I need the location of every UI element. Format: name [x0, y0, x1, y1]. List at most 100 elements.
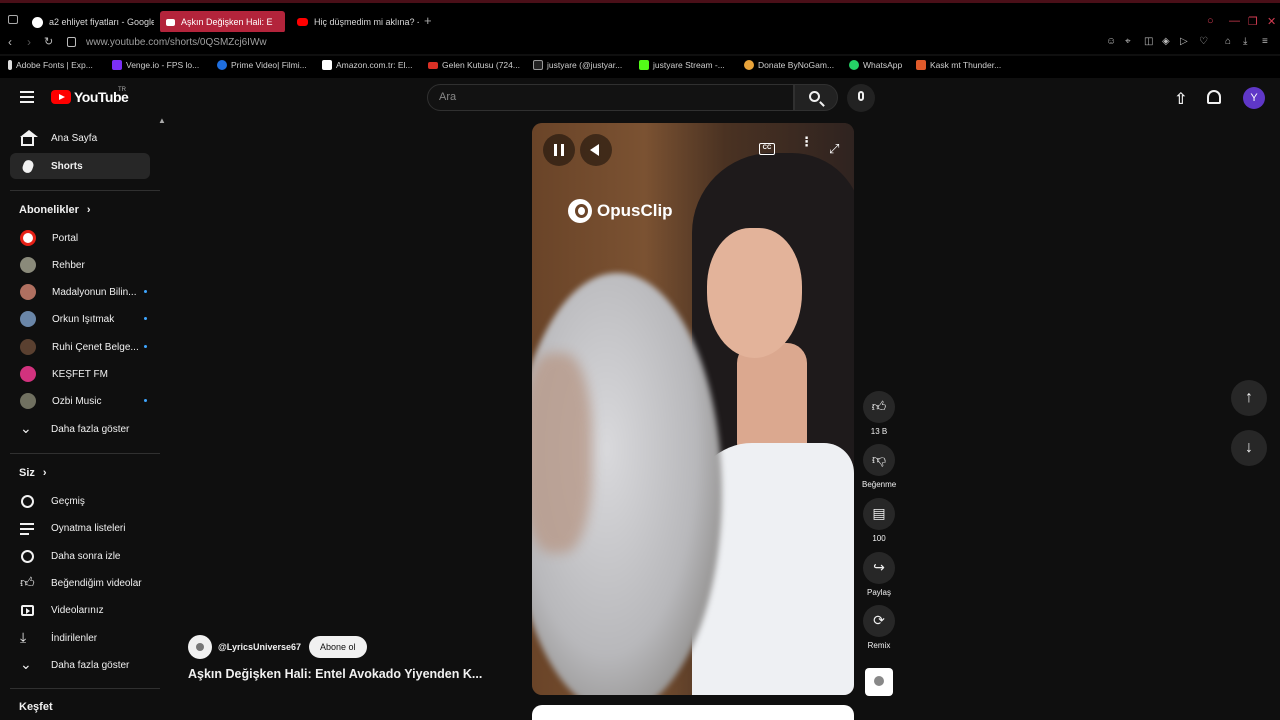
sidebar-item-home[interactable]: Ana Sayfa: [10, 125, 150, 151]
more-options-icon[interactable]: ⋮: [800, 135, 813, 148]
url-field[interactable]: www.youtube.com/shorts/0QSMZcj6IWw: [86, 37, 267, 48]
fullscreen-icon[interactable]: ⤢: [829, 141, 839, 157]
sidebar-item-madalyonun[interactable]: Madalyonun Bilin...: [10, 279, 150, 305]
channel-avatar[interactable]: [188, 635, 212, 659]
bookmark-item[interactable]: WhatsApp: [849, 60, 902, 70]
bookmark-item[interactable]: Kask mt Thunder...: [916, 60, 1001, 70]
forward-icon[interactable]: ›: [27, 35, 31, 49]
youtube-logo[interactable]: YouTube: [51, 89, 129, 105]
sidebar-item-orkun[interactable]: Orkun Işıtmak: [10, 306, 150, 332]
account-avatar[interactable]: Y: [1243, 87, 1265, 109]
bookmark-label: Donate ByNoGam...: [758, 60, 835, 70]
hamburger-menu-icon[interactable]: [20, 91, 34, 103]
browser-tab-bar: a2 ehliyet fiyatları - Google Aşkın Deği…: [0, 0, 1280, 33]
reload-icon[interactable]: ↻: [44, 35, 53, 48]
like-button[interactable]: 👍︎ 13 B: [862, 391, 896, 436]
browser-tab-3[interactable]: Hiç düşmedim mi aklına? -: [291, 11, 419, 33]
lock-icon[interactable]: [67, 37, 76, 47]
sidebar-divider: [10, 688, 160, 689]
subscriptions-heading[interactable]: Abonelikler ›: [19, 204, 91, 216]
sidebar-item-label: Madalyonun Bilin...: [52, 286, 137, 298]
wallet-icon[interactable]: ⌂: [1225, 36, 1231, 47]
youtube-favicon-icon: [297, 18, 308, 26]
bookmark-item[interactable]: Prime Video| Filmi...: [217, 60, 307, 70]
voice-search-button[interactable]: [847, 84, 875, 112]
sidebar-item-label: Orkun Işıtmak: [52, 313, 115, 325]
video-title[interactable]: Aşkın Değişken Hali: Entel Avokado Yiyen…: [188, 667, 518, 681]
emoji-icon[interactable]: ☺: [1106, 36, 1116, 47]
subscribe-button[interactable]: Abone ol: [309, 636, 367, 658]
bookmark-item[interactable]: Adobe Fonts | Exp...: [8, 60, 93, 70]
screenshot-icon[interactable]: ◫: [1144, 36, 1153, 47]
minimize-icon[interactable]: —: [1229, 15, 1240, 27]
browser-tab-1[interactable]: a2 ehliyet fiyatları - Google: [26, 11, 154, 33]
sidebar-item-downloads[interactable]: ⤓ İndirilenler: [10, 625, 150, 651]
like-count: 13 B: [870, 427, 888, 436]
sidebar-item-portal[interactable]: Portal: [10, 225, 150, 251]
notifications-bell-icon[interactable]: [1207, 90, 1221, 104]
pin-icon[interactable]: ⌖: [1125, 36, 1131, 47]
sidebar-show-more-subscriptions[interactable]: ⌄ Daha fazla göster: [10, 416, 150, 442]
sidebar-item-ozbi[interactable]: Ozbi Music: [10, 388, 150, 414]
speaker-icon: [166, 18, 175, 26]
you-heading[interactable]: Siz ›: [19, 467, 47, 479]
shorts-icon: [20, 158, 35, 174]
sidebar-item-label: Geçmiş: [51, 495, 85, 507]
sidebar-item-ruhi[interactable]: Ruhi Çenet Belge...: [10, 334, 150, 360]
sidebar-item-label: Oynatma listeleri: [51, 522, 126, 534]
sidebar-item-liked-videos[interactable]: 👍︎ Beğendiğim videolar: [10, 570, 150, 596]
search-input[interactable]: Ara: [427, 84, 794, 111]
sidebar-item-kesfet-fm[interactable]: KEŞFET FM: [10, 361, 150, 387]
browser-tab-2[interactable]: Aşkın Değişken Hali: E: [160, 11, 285, 33]
search-button[interactable]: [794, 84, 838, 111]
channel-row: @LyricsUniverse67 Abone ol: [188, 635, 367, 659]
next-short-button[interactable]: ↓: [1231, 430, 1267, 466]
playlists-icon: [20, 521, 35, 536]
bookmark-item[interactable]: Amazon.com.tr: El...: [322, 60, 413, 70]
tab-overview-icon[interactable]: [8, 15, 18, 24]
arrow-up-icon: ↑: [1245, 389, 1253, 406]
maximize-icon[interactable]: ❐: [1248, 15, 1258, 28]
next-short-preview: [532, 705, 854, 720]
dislike-button[interactable]: 👎︎ Beğenme: [862, 444, 896, 489]
channel-avatar: [20, 230, 36, 246]
sidebar-item-history[interactable]: Geçmiş: [10, 488, 150, 514]
heart-icon[interactable]: ♡: [1199, 36, 1208, 47]
share-button[interactable]: ↪ Paylaş: [862, 552, 896, 597]
back-icon[interactable]: ‹: [8, 35, 12, 49]
remix-button[interactable]: ⟳ Remix: [862, 605, 896, 650]
sidebar-show-more-you[interactable]: ⌄ Daha fazla göster: [10, 652, 150, 678]
sidebar-item-watch-later[interactable]: Daha sonra izle: [10, 543, 150, 569]
volume-button[interactable]: [580, 134, 612, 166]
bookmark-item[interactable]: justyare (@justyar...: [533, 60, 622, 70]
download-icon[interactable]: ⤓: [1243, 36, 1247, 47]
sidebar-item-your-videos[interactable]: Videolarınız: [10, 597, 150, 623]
sidebar-item-playlists[interactable]: Oynatma listeleri: [10, 515, 150, 541]
bookmark-item[interactable]: Gelen Kutusu (724...: [428, 60, 520, 70]
shield-icon[interactable]: ◈: [1162, 36, 1170, 47]
sound-thumbnail[interactable]: [865, 668, 893, 696]
bookmark-item[interactable]: Venge.io - FPS lo...: [112, 60, 199, 70]
close-icon[interactable]: ✕: [1267, 15, 1276, 28]
sidebar-item-rehber[interactable]: Rehber: [10, 252, 150, 278]
bookmark-item[interactable]: justyare Stream -...: [639, 60, 725, 70]
new-content-dot: [144, 317, 147, 320]
send-icon[interactable]: ▷: [1180, 36, 1188, 47]
shorts-video-player[interactable]: CC ⋮ ⤢ OpusClip: [532, 123, 854, 695]
bookmark-item[interactable]: Donate ByNoGam...: [744, 60, 834, 70]
microphone-icon: [858, 91, 864, 101]
menu-icon[interactable]: ≡: [1262, 36, 1268, 47]
tab-label: a2 ehliyet fiyatları - Google: [49, 17, 154, 27]
tab-label: Hiç düşmedim mi aklına? -: [314, 17, 419, 27]
sidebar-scroll-up-icon[interactable]: ▲: [158, 116, 166, 125]
channel-avatar: [20, 257, 36, 273]
pause-button[interactable]: [543, 134, 575, 166]
previous-short-button[interactable]: ↑: [1231, 380, 1267, 416]
upload-icon[interactable]: ⇧: [1174, 89, 1187, 109]
captions-icon[interactable]: CC: [759, 143, 775, 155]
new-tab-button[interactable]: +: [424, 14, 432, 28]
sidebar-item-shorts[interactable]: Shorts: [10, 153, 150, 179]
comments-button[interactable]: ▤ 100: [862, 498, 896, 543]
channel-name[interactable]: @LyricsUniverse67: [218, 642, 301, 652]
search-tabs-icon[interactable]: ○: [1207, 15, 1214, 27]
